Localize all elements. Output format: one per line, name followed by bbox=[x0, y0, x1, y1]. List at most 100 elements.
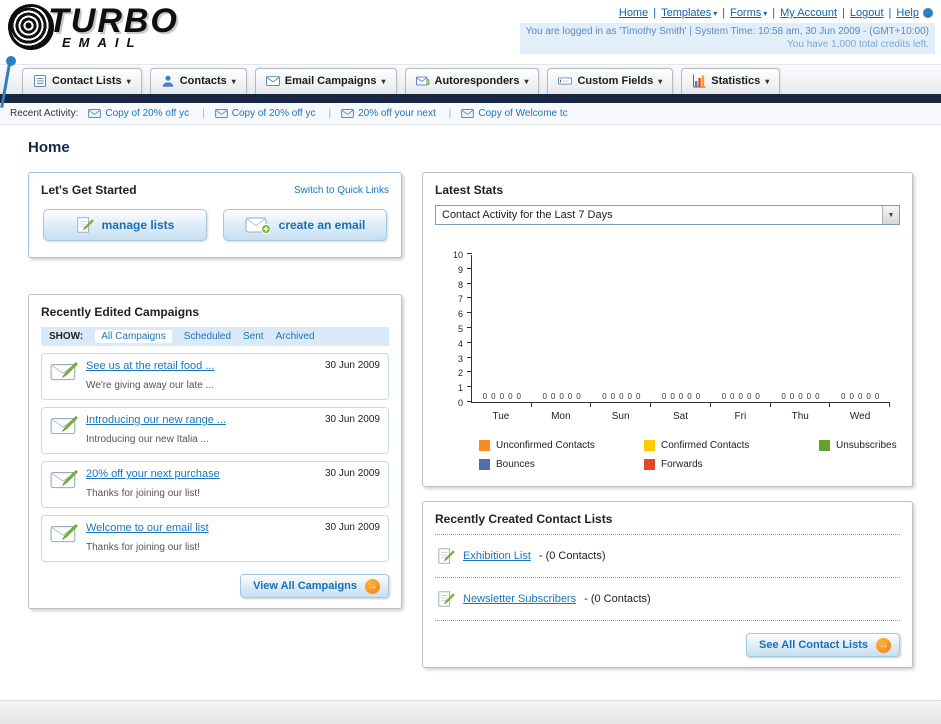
legend-item: Unconfirmed Contacts bbox=[479, 440, 644, 451]
create-email-button[interactable]: create an email bbox=[223, 209, 387, 241]
chart-bar-group: 00000 bbox=[532, 255, 592, 407]
chart-groups: 00000 00000 00000 00000 00000 00000 00000 bbox=[472, 255, 890, 407]
legend-swatch bbox=[819, 440, 830, 451]
chart-y-axis: 10 9 8 7 6 5 4 3 2 1 0 bbox=[445, 250, 467, 408]
switch-quick-links-link[interactable]: Switch to Quick Links bbox=[294, 185, 389, 196]
chart-y-tick-label: 7 bbox=[457, 294, 463, 305]
campaign-row[interactable]: Welcome to our email list Thanks for joi… bbox=[41, 515, 389, 562]
recent-activity-item[interactable]: 20% off your next bbox=[341, 108, 451, 119]
footer bbox=[0, 700, 941, 724]
envelope-icon bbox=[341, 109, 354, 118]
nav-separator bbox=[717, 7, 730, 19]
legend-item: Forwards bbox=[644, 459, 819, 470]
legend-swatch bbox=[479, 459, 490, 470]
recent-activity-link[interactable]: Copy of 20% off yc bbox=[232, 108, 316, 119]
chart-y-tick-label: 9 bbox=[457, 264, 463, 275]
campaign-title-link[interactable]: Introducing our new range ... bbox=[86, 414, 317, 426]
campaign-date: 30 Jun 2009 bbox=[324, 414, 380, 425]
legend-label: Unsubscribes bbox=[836, 440, 897, 451]
manage-lists-button[interactable]: manage lists bbox=[43, 209, 207, 241]
tab-contacts[interactable]: Contacts ▾ bbox=[149, 68, 247, 94]
chart-bar-group: 00000 bbox=[771, 255, 831, 407]
chart-y-tick-label: 8 bbox=[457, 279, 463, 290]
legend-item: Bounces bbox=[479, 459, 644, 470]
chevron-down-icon: ▾ bbox=[765, 76, 770, 86]
tab-contact-lists[interactable]: Contact Lists ▾ bbox=[22, 68, 142, 94]
header: TURBO EMAIL HomeTemplates▾Forms▾My Accou… bbox=[0, 0, 941, 64]
top-nav: HomeTemplates▾Forms▾My AccountLogoutHelp bbox=[520, 4, 935, 23]
tab-custom-fields[interactable]: Custom Fields ▾ bbox=[547, 68, 674, 94]
right-column: Latest Stats Contact Activity for the La… bbox=[422, 172, 913, 682]
campaign-edit-icon bbox=[50, 522, 78, 544]
recent-activity-label: Recent Activity: bbox=[10, 108, 79, 119]
help-icon[interactable] bbox=[923, 8, 933, 19]
arrow-right-icon: → bbox=[876, 637, 891, 653]
recent-activity-bar: Recent Activity: Copy of 20% off yc Copy… bbox=[0, 103, 941, 125]
campaign-subtitle: Thanks for joining our list! bbox=[86, 542, 200, 553]
filter-scheduled[interactable]: Scheduled bbox=[184, 331, 231, 342]
see-all-contact-lists-button[interactable]: See All Contact Lists → bbox=[745, 633, 900, 657]
chart-y-tick-label: 6 bbox=[457, 309, 463, 320]
recent-activity-link[interactable]: Copy of Welcome tc bbox=[478, 108, 567, 119]
main-nav-tabs: Contact Lists ▾ Contacts ▾ Email Campaig… bbox=[0, 64, 941, 94]
recent-activity-link[interactable]: 20% off your next bbox=[358, 108, 436, 119]
chart-x-label: Fri bbox=[734, 411, 747, 422]
chart-value-labels: 00000 bbox=[661, 392, 701, 401]
chevron-down-icon: ▾ bbox=[126, 76, 131, 86]
campaign-title-link[interactable]: 20% off your next purchase bbox=[86, 468, 317, 480]
view-all-campaigns-button[interactable]: View All Campaigns → bbox=[240, 574, 389, 598]
campaign-row[interactable]: See us at the retail food ... We're givi… bbox=[41, 353, 389, 400]
tab-email-campaigns[interactable]: Email Campaigns ▾ bbox=[254, 68, 397, 94]
logo-text-stack: TURBO EMAIL bbox=[48, 1, 179, 49]
login-info-band: You are logged in as 'Timothy Smith' | S… bbox=[519, 23, 935, 54]
get-started-panel: Let's Get Started Switch to Quick Links … bbox=[28, 172, 402, 258]
nav-home-link[interactable]: Home bbox=[619, 7, 648, 19]
logo-text: TURBO bbox=[48, 1, 179, 40]
stats-period-select[interactable]: Contact Activity for the Last 7 Days ▼ bbox=[435, 205, 900, 225]
contact-list-link[interactable]: Newsletter Subscribers bbox=[463, 593, 576, 605]
contact-lists-title: Recently Created Contact Lists bbox=[435, 512, 613, 526]
campaign-date: 30 Jun 2009 bbox=[324, 468, 380, 479]
recent-activity-link[interactable]: Copy of 20% off yc bbox=[105, 108, 189, 119]
chart-value-labels: 00000 bbox=[781, 392, 820, 401]
legend-swatch bbox=[644, 440, 655, 451]
campaign-edit-icon bbox=[50, 414, 78, 436]
contact-activity-chart: 10 9 8 7 6 5 4 3 2 1 0 000000000000000000000000000… bbox=[445, 250, 890, 422]
nav-my-account-link[interactable]: My Account bbox=[780, 7, 837, 19]
campaign-row[interactable]: Introducing our new range ... Introducin… bbox=[41, 407, 389, 454]
nav-separator bbox=[837, 7, 850, 19]
nav-separator bbox=[767, 7, 780, 19]
campaign-title-link[interactable]: Welcome to our email list bbox=[86, 522, 317, 534]
legend-label: Bounces bbox=[496, 459, 535, 470]
tab-autoresponders[interactable]: Autoresponders ▾ bbox=[404, 68, 540, 94]
filter-sent[interactable]: Sent bbox=[243, 331, 264, 342]
app-logo[interactable]: TURBO EMAIL bbox=[2, 0, 179, 56]
get-started-title: Let's Get Started bbox=[41, 183, 137, 197]
nav-forms-link[interactable]: Forms bbox=[730, 7, 761, 19]
tab-label: Statistics bbox=[711, 75, 761, 87]
filter-all-campaigns[interactable]: All Campaigns bbox=[95, 330, 172, 343]
nav-templates-link[interactable]: Templates bbox=[661, 7, 711, 19]
campaign-title-link[interactable]: See us at the retail food ... bbox=[86, 360, 317, 372]
legend-label: Confirmed Contacts bbox=[661, 440, 750, 451]
contact-list-row[interactable]: Exhibition List - (0 Contacts) bbox=[435, 542, 900, 570]
login-info: You are logged in as 'Timothy Smith' | S… bbox=[525, 26, 929, 37]
campaign-date: 30 Jun 2009 bbox=[324, 360, 380, 371]
nav-logout-link[interactable]: Logout bbox=[850, 7, 884, 19]
campaign-row[interactable]: 20% off your next purchase Thanks for jo… bbox=[41, 461, 389, 508]
chevron-down-icon: ▾ bbox=[231, 76, 236, 86]
recent-activity-item[interactable]: Copy of 20% off yc bbox=[88, 108, 204, 119]
contact-list-row[interactable]: Newsletter Subscribers - (0 Contacts) bbox=[435, 585, 900, 613]
filter-archived[interactable]: Archived bbox=[276, 331, 315, 342]
nav-help-link[interactable]: Help bbox=[896, 7, 919, 19]
recent-activity-item[interactable]: Copy of 20% off yc bbox=[214, 108, 331, 119]
tab-statistics[interactable]: Statistics ▾ bbox=[681, 68, 781, 94]
chart-value-labels: 00000 bbox=[602, 392, 641, 401]
recent-activity-item[interactable]: Copy of Welcome tc bbox=[461, 108, 568, 119]
campaign-edit-icon bbox=[50, 468, 78, 490]
chart-y-tick-label: 4 bbox=[457, 338, 463, 349]
contacts-icon bbox=[161, 74, 175, 88]
chart-y-tick-label: 2 bbox=[457, 368, 463, 379]
manage-lists-label: manage lists bbox=[101, 218, 175, 232]
contact-list-link[interactable]: Exhibition List bbox=[463, 550, 531, 562]
